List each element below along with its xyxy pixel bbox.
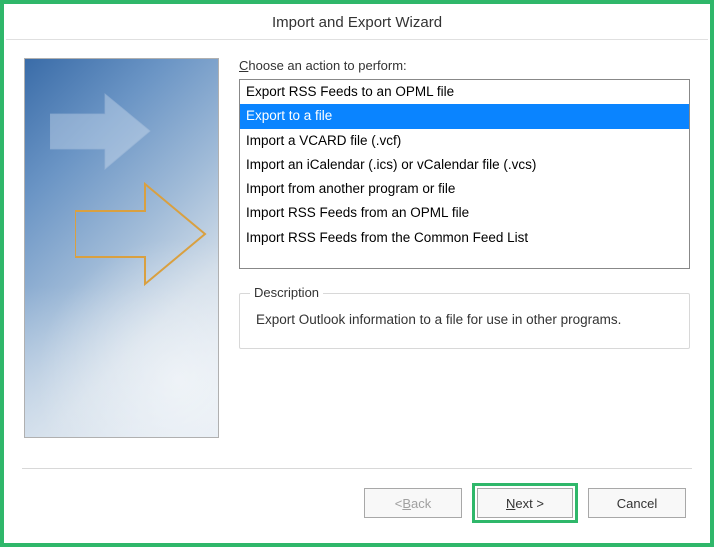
next-button[interactable]: Next > <box>477 488 573 518</box>
wizard-dialog: Import and Export Wizard Choose an actio… <box>6 6 708 541</box>
description-title: Description <box>250 285 323 300</box>
arrow-icon <box>50 89 160 174</box>
arrow-icon <box>75 179 215 289</box>
wizard-banner-image <box>24 58 219 438</box>
description-text: Export Outlook information to a file for… <box>256 306 673 330</box>
right-panel: Choose an action to perform: Export RSS … <box>239 58 690 452</box>
next-button-highlight: Next > <box>472 483 578 523</box>
titlebar: Import and Export Wizard <box>6 6 708 40</box>
list-item[interactable]: Import RSS Feeds from the Common Feed Li… <box>240 226 689 250</box>
list-item[interactable]: Import an iCalendar (.ics) or vCalendar … <box>240 153 689 177</box>
description-group: Description Export Outlook information t… <box>239 293 690 349</box>
list-item[interactable]: Export to a file <box>240 104 689 128</box>
list-item[interactable]: Import a VCARD file (.vcf) <box>240 129 689 153</box>
cancel-button[interactable]: Cancel <box>588 488 686 518</box>
prompt-label: Choose an action to perform: <box>239 58 690 73</box>
action-listbox[interactable]: Export RSS Feeds to an OPML file Export … <box>239 79 690 269</box>
list-item[interactable]: Import RSS Feeds from an OPML file <box>240 201 689 225</box>
titlebar-text: Import and Export Wizard <box>272 14 442 31</box>
list-item[interactable]: Import from another program or file <box>240 177 689 201</box>
back-button: < Back <box>364 488 462 518</box>
wizard-dialog-highlight: Import and Export Wizard Choose an actio… <box>0 0 714 547</box>
button-row: < Back Next > Cancel <box>6 469 708 541</box>
content-area: Choose an action to perform: Export RSS … <box>6 40 708 460</box>
list-item[interactable]: Export RSS Feeds to an OPML file <box>240 80 689 104</box>
